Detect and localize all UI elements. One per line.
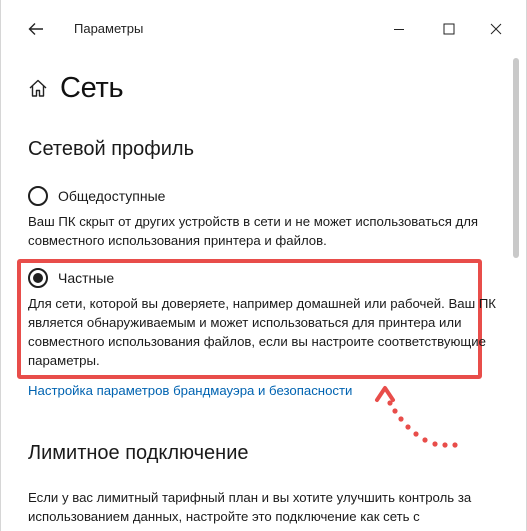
radio-private-circle[interactable] [28, 268, 48, 288]
radio-private-label: Частные [58, 270, 115, 286]
radio-selected-dot [33, 273, 43, 283]
metered-description: Если у вас лимитный тарифный план и вы х… [28, 490, 472, 524]
radio-public[interactable]: Общедоступные [28, 186, 165, 206]
radio-private[interactable]: Частные [28, 268, 114, 288]
back-button[interactable] [21, 14, 51, 44]
window-title: Параметры [74, 21, 144, 36]
title-bar: Параметры [1, 0, 526, 58]
firewall-settings-link[interactable]: Настройка параметров брандмауэра и безоп… [28, 383, 352, 398]
annotation-arrow-icon [375, 386, 458, 448]
close-icon [490, 23, 502, 35]
private-description: Для сети, которой вы доверяете, например… [28, 296, 496, 368]
network-profile-heading: Сетевой профиль [28, 138, 195, 160]
minimize-icon [394, 29, 404, 30]
settings-window: Параметры Сеть Сетевой профиль Общедосту… [0, 0, 527, 531]
scrollbar[interactable] [513, 58, 519, 258]
minimize-button[interactable] [382, 14, 416, 44]
page-header: Сеть [28, 70, 124, 106]
maximize-icon [443, 23, 455, 35]
maximize-button[interactable] [432, 14, 466, 44]
page-title: Сеть [60, 71, 124, 104]
radio-public-circle[interactable] [28, 186, 48, 206]
metered-connection-heading: Лимитное подключение [28, 442, 249, 464]
back-arrow-icon [28, 23, 43, 35]
home-icon[interactable] [28, 78, 48, 98]
public-description: Ваш ПК скрыт от других устройств в сети … [28, 214, 479, 248]
radio-public-label: Общедоступные [58, 188, 166, 204]
close-button[interactable] [479, 14, 513, 44]
